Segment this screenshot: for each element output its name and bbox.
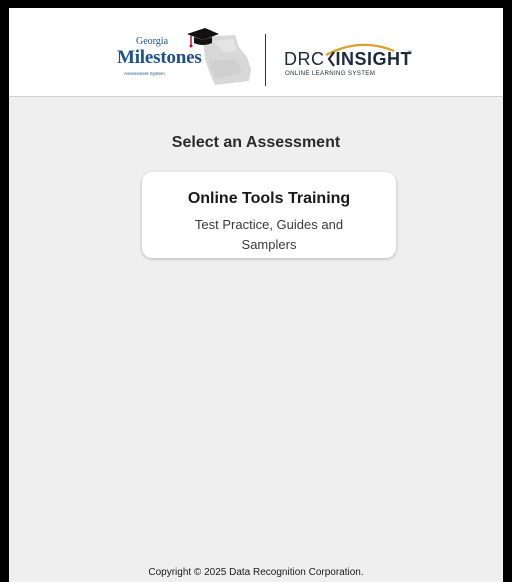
assessment-card-description: Test Practice, Guides and Samplers — [194, 217, 344, 252]
drc-trademark: ™ — [407, 50, 412, 56]
drc-logo-drc-text: DRC — [284, 49, 325, 69]
drc-chevron-icon — [327, 51, 335, 67]
assessment-card-title: Online Tools Training — [187, 190, 351, 207]
graduation-cap-icon — [187, 28, 219, 48]
header: Georgia Milestones Assessment System DRC… — [9, 8, 503, 97]
app-window: Georgia Milestones Assessment System DRC… — [9, 8, 503, 582]
page-title: Select an Assessment — [171, 134, 341, 151]
drc-logo-subtitle: ONLINE LEARNING SYSTEM — [285, 70, 376, 77]
georgia-milestones-logo: Georgia Milestones Assessment System — [117, 26, 265, 92]
drc-insight-logo: DRC INSIGHT ™ ONLINE LEARNING SYSTEM — [284, 41, 414, 91]
drc-logo-insight-text: INSIGHT — [335, 49, 413, 69]
footer-copyright: Copyright © 2025 Data Recognition Corpor… — [148, 567, 364, 578]
assessment-card-online-tools-training[interactable]: Online Tools Training Test Practice, Gui… — [142, 172, 396, 258]
gm-logo-georgia-text: Georgia — [136, 36, 169, 47]
logo-divider — [265, 34, 266, 86]
gm-logo-subtitle: Assessment System — [124, 71, 165, 76]
gm-logo-milestones-text: Milestones — [117, 47, 202, 68]
